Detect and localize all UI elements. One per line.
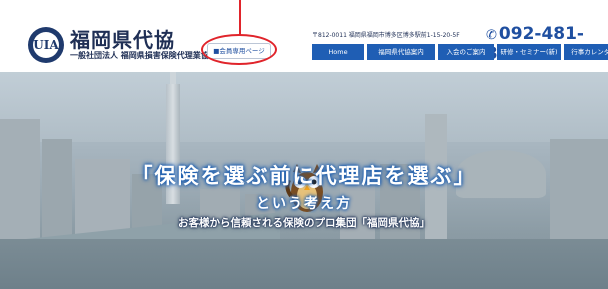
top-whitespace — [0, 0, 608, 22]
bay-water — [0, 239, 608, 289]
nav-membership[interactable]: 入会のご案内 — [438, 44, 494, 60]
nav-home[interactable]: Home — [312, 44, 364, 60]
hero-title: 「保険を選ぶ前に代理店を選ぶ」 — [131, 164, 477, 188]
nav-about[interactable]: 福岡県代協案内 — [367, 44, 435, 60]
nav-calendar[interactable]: 行事カレンダー — [564, 44, 608, 60]
phone-icon: ✆ — [486, 28, 497, 43]
site-subtitle: 一般社団法人 福岡県損害保険代理業協会 — [70, 51, 217, 60]
address-text: 〒812-0011 福岡県福岡市博多区博多駅前1-15-20-5F — [312, 32, 460, 39]
hero-sky — [0, 72, 608, 142]
annotation-pointer — [239, 0, 241, 36]
hero-banner: 「保険を選ぶ前に代理店を選ぶ」 という考え方 お客様から信頼される保険のプロ集団… — [0, 72, 608, 289]
logo-mark: UIA — [33, 32, 59, 58]
main-nav: Home 福岡県代協案内 入会のご案内 研修・セミナー(新) 行事カレンダー — [312, 44, 608, 60]
nav-training[interactable]: 研修・セミナー(新) — [497, 44, 561, 60]
site-logo[interactable]: UIA — [28, 27, 64, 63]
annotation-circle — [201, 34, 277, 65]
site-name[interactable]: 福岡県代協 — [70, 24, 175, 53]
hero-subtitle: という考え方 — [256, 196, 352, 212]
hero-tagline: お客様から信頼される保険のプロ集団「福岡県代協」 — [178, 217, 430, 229]
